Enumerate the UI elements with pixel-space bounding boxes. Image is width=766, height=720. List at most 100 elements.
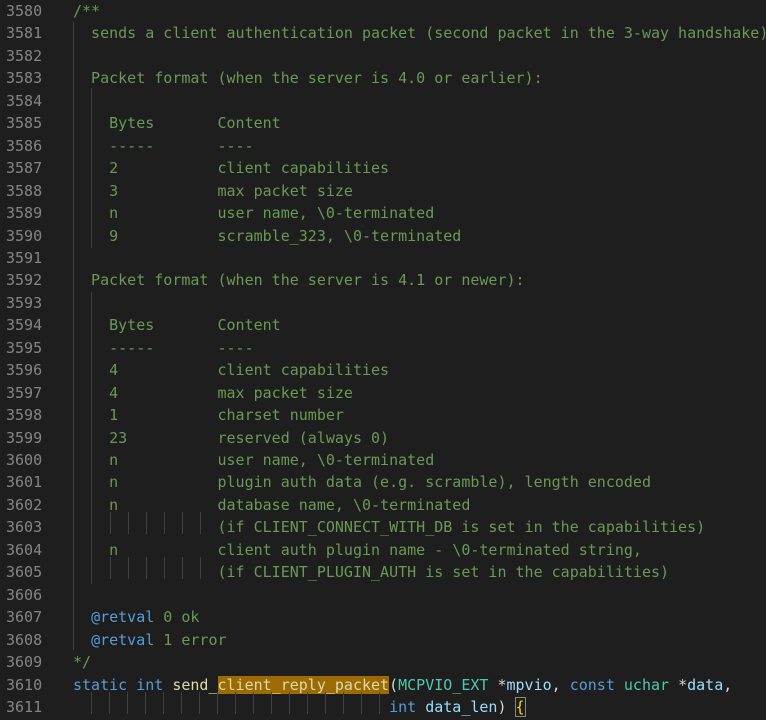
line-number: 3607 [6, 608, 43, 627]
code-text: n client auth plugin name - \0-terminate… [73, 539, 642, 561]
code-text: ----- ---- [73, 337, 254, 359]
code-line[interactable]: 3588 3 max packet size [0, 180, 766, 202]
code-token: MCPVIO_EXT [398, 675, 489, 694]
code-token: uchar [623, 675, 670, 694]
indent-guide [110, 512, 111, 534]
line-number: 3581 [6, 24, 43, 43]
code-line[interactable]: 3600 n user name, \0-terminated [0, 449, 766, 471]
code-line[interactable]: 3609 */ [0, 651, 766, 673]
indent-guide [271, 692, 272, 714]
code-token: (if CLIENT_CONNECT_WITH_DB is set in the… [73, 518, 706, 537]
indent-guide [200, 512, 201, 534]
line-number: 3603 [6, 518, 43, 537]
code-text: sends a client authentication packet (se… [73, 22, 766, 44]
indent-guide [289, 692, 290, 714]
indent-guide [379, 692, 380, 714]
indent-guide [146, 512, 147, 534]
code-line[interactable]: 3595 ----- ---- [0, 337, 766, 359]
code-text: static int send_client_reply_packet(MCPV… [73, 674, 732, 696]
line-number: 3583 [6, 69, 43, 88]
code-text: Packet format (when the server is 4.0 or… [73, 67, 543, 89]
code-editor[interactable]: 3580 /** 3581 sends a client authenticatio… [0, 0, 766, 720]
code-line[interactable]: 3584 [0, 90, 766, 112]
code-line[interactable]: 3599 23 reserved (always 0) [0, 427, 766, 449]
code-text: Packet format (when the server is 4.1 or… [73, 269, 525, 291]
code-line[interactable]: 3611 int data_len) { [0, 696, 766, 718]
indent-guide [217, 692, 218, 714]
indent-guide [145, 692, 146, 714]
indent-guide [181, 692, 182, 714]
code-line[interactable]: 3601 n plugin auth data (e.g. scramble),… [0, 471, 766, 493]
indent-guide [128, 512, 129, 534]
code-token: data [687, 675, 724, 694]
code-line[interactable]: 3596 4 client capabilities [0, 359, 766, 381]
code-line[interactable]: 3603 (if CLIENT_CONNECT_WITH_DB is set i… [0, 516, 766, 538]
indent-guide [325, 692, 326, 714]
code-token: mpvio [506, 675, 552, 694]
code-token: 4 max packet size [73, 383, 353, 402]
code-line[interactable]: 3597 4 max packet size [0, 382, 766, 404]
code-line[interactable]: 3598 1 charset number [0, 404, 766, 426]
code-line[interactable]: 3594 Bytes Content [0, 314, 766, 336]
code-text: 23 reserved (always 0) [73, 427, 389, 449]
indent-guide [127, 692, 128, 714]
code-token: n user name, \0-terminated [73, 204, 435, 223]
indent-guide [163, 692, 164, 714]
indent-guide [128, 557, 129, 579]
code-line[interactable]: 3607 @retval 0 ok [0, 606, 766, 628]
indent-guide [109, 692, 110, 714]
code-line[interactable]: 3582 [0, 45, 766, 67]
code-token: sends a client authentication packet (se… [73, 24, 766, 43]
code-line[interactable]: 3608 @retval 1 error [0, 629, 766, 651]
code-line[interactable]: 3592 Packet format (when the server is 4… [0, 269, 766, 291]
code-line[interactable]: 3587 2 client capabilities [0, 157, 766, 179]
indent-guide [146, 557, 147, 579]
code-line[interactable]: 3610 static int send_client_reply_packet(… [0, 674, 766, 696]
line-number: 3591 [6, 248, 43, 267]
code-line[interactable]: 3602 n database name, \0-terminated [0, 494, 766, 516]
code-token: ----- ---- [73, 338, 254, 357]
indent-guide [235, 692, 236, 714]
code-line[interactable]: 3581 sends a client authentication packe… [0, 22, 766, 44]
line-number: 3584 [6, 91, 43, 110]
line-number: 3610 [6, 675, 43, 694]
code-text: 9 scramble_323, \0-terminated [73, 225, 461, 247]
line-number: 3604 [6, 540, 43, 559]
code-line[interactable]: 3589 n user name, \0-terminated [0, 202, 766, 224]
code-token: /** [73, 2, 101, 20]
line-number: 3600 [6, 451, 43, 469]
indent-guide [91, 88, 92, 248]
code-token: , [551, 675, 570, 694]
indent-guide [343, 692, 344, 714]
code-token: n client auth plugin name - \0-terminate… [73, 540, 642, 559]
code-line[interactable]: 3605 (if CLIENT_PLUGIN_AUTH is set in th… [0, 561, 766, 583]
code-token: n database name, \0-terminated [73, 495, 471, 514]
code-token: { [514, 696, 526, 717]
code-line[interactable]: 3583 Packet format (when the server is 4… [0, 67, 766, 89]
code-line[interactable]: 3591 [0, 247, 766, 269]
code-token: 3 max packet size [73, 181, 353, 200]
code-line[interactable]: 3590 9 scramble_323, \0-terminated [0, 225, 766, 247]
code-token: 1 charset number [73, 406, 344, 425]
code-text: n user name, \0-terminated [73, 449, 434, 471]
code-token: (if CLIENT_PLUGIN_AUTH is set in the cap… [73, 563, 670, 582]
line-number: 3611 [6, 697, 43, 716]
code-line[interactable]: 3604 n client auth plugin name - \0-term… [0, 539, 766, 561]
code-token: ----- ---- [73, 136, 254, 155]
code-line[interactable]: 3593 [0, 292, 766, 314]
indent-guide [253, 692, 254, 714]
code-line[interactable]: 3585 Bytes Content [0, 112, 766, 134]
code-line[interactable]: 3606 [0, 584, 766, 606]
code-line[interactable]: 3580 /** [0, 0, 766, 22]
code-line[interactable]: 3586 ----- ---- [0, 135, 766, 157]
line-number: 3601 [6, 473, 43, 492]
code-token: static [73, 675, 128, 694]
code-token: , [723, 675, 733, 694]
code-text: (if CLIENT_PLUGIN_AUTH is set in the cap… [73, 561, 669, 583]
code-token: Bytes Content [73, 114, 281, 133]
code-token: const [569, 675, 615, 694]
code-text: (if CLIENT_CONNECT_WITH_DB is set in the… [73, 516, 705, 538]
